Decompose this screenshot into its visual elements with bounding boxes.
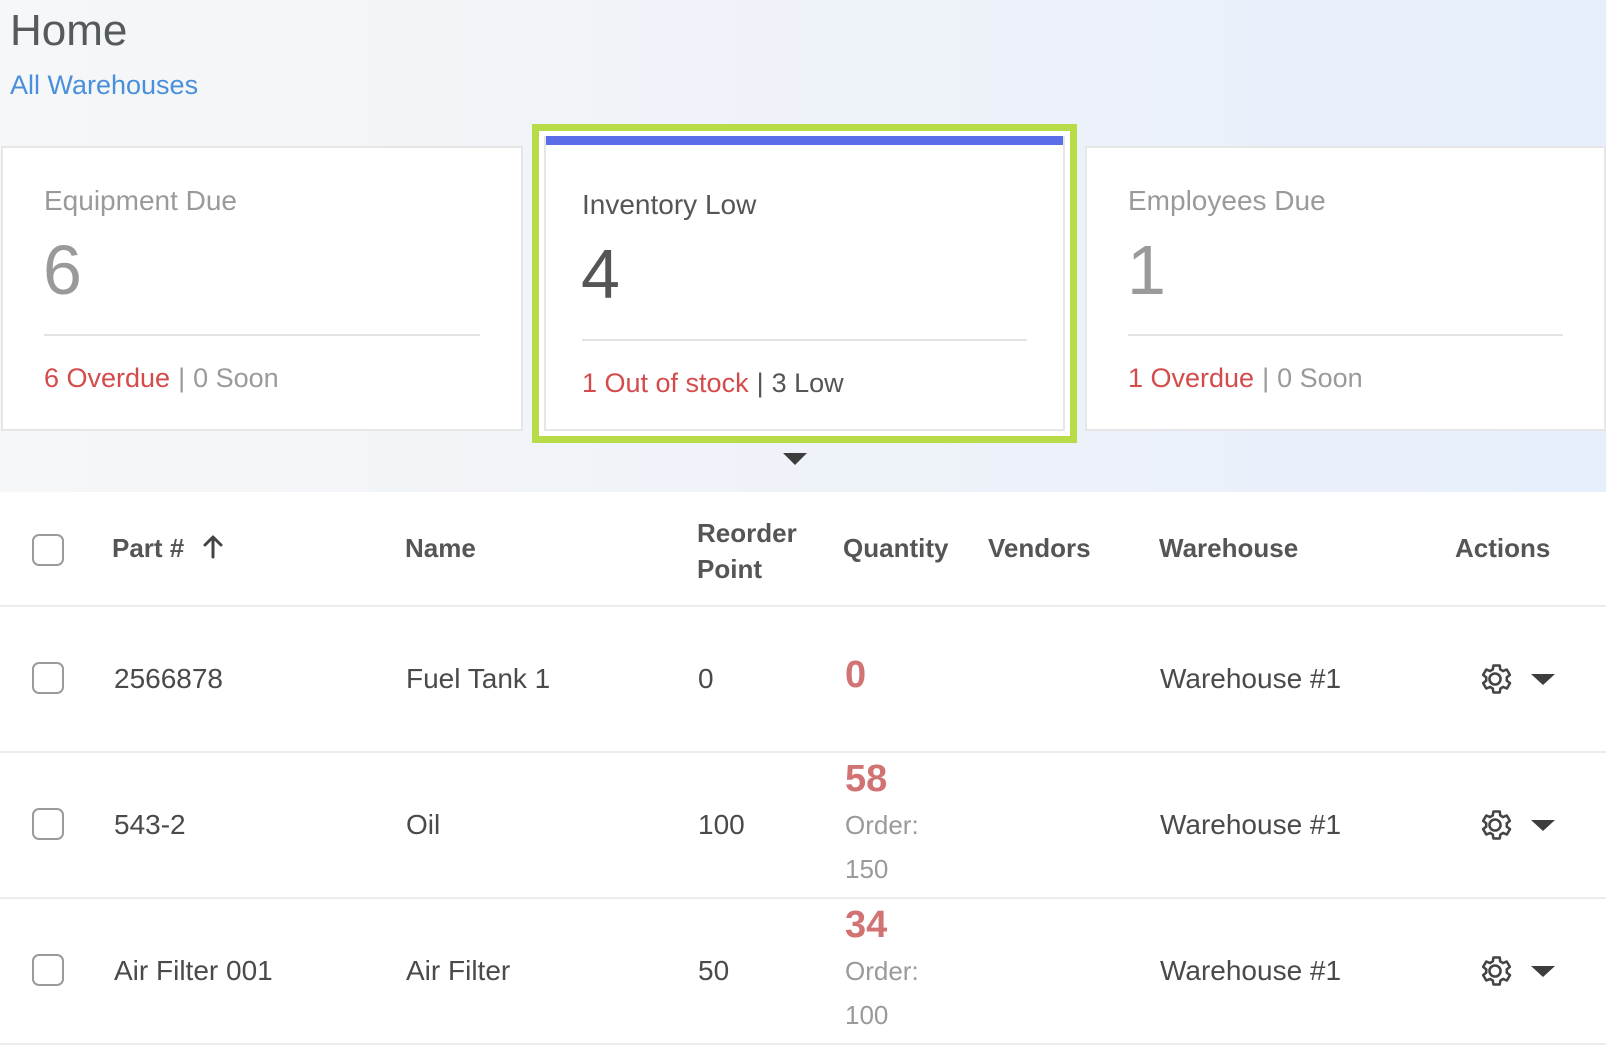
gear-icon[interactable]	[1476, 660, 1514, 698]
column-header-reorder-point[interactable]: Reorder Point	[697, 515, 797, 587]
column-header-name[interactable]: Name	[405, 533, 476, 564]
soon-count: 0 Soon	[193, 363, 279, 393]
cell-part-number: 543-2	[114, 809, 186, 840]
card-divider	[44, 334, 480, 336]
row-checkbox[interactable]	[32, 954, 64, 986]
separator: |	[756, 368, 764, 398]
column-header-part[interactable]: Part #	[112, 533, 224, 566]
card-label: Equipment Due	[44, 185, 238, 216]
table-row[interactable]: 543-2 Oil 100 58 Order: 150 Warehouse #1	[0, 753, 1606, 899]
table-row[interactable]: Air Filter 001 Air Filter 50 34 Order: 1…	[0, 899, 1606, 1045]
column-header-quantity[interactable]: Quantity	[843, 533, 948, 564]
row-checkbox[interactable]	[32, 808, 64, 840]
column-header-actions: Actions	[1455, 533, 1551, 563]
separator: |	[1262, 363, 1270, 393]
gear-icon[interactable]	[1476, 806, 1514, 844]
card-footer: 6 Overdue | 0 Soon	[44, 363, 279, 394]
caret-down-icon	[783, 453, 807, 465]
card-footer: 1 Overdue | 0 Soon	[1128, 363, 1363, 394]
chevron-down-icon[interactable]	[1531, 966, 1555, 977]
card-divider	[1128, 334, 1563, 336]
cell-warehouse: Warehouse #1	[1160, 809, 1342, 840]
card-divider	[582, 339, 1027, 341]
card-label: Employees Due	[1128, 185, 1326, 216]
overdue-count: 1 Overdue	[1128, 363, 1255, 393]
order-value: 150	[845, 854, 889, 884]
table-row[interactable]: 2566878 Fuel Tank 1 0 0 Warehouse #1	[0, 607, 1606, 753]
card-inner: Inventory Low 4 1 Out of stock | 3 Low	[544, 136, 1065, 431]
card-count: 6	[43, 231, 82, 309]
cell-quantity: 34	[845, 904, 888, 946]
sort-ascending-icon[interactable]	[202, 535, 224, 566]
card-employees-due[interactable]: Employees Due 1 1 Overdue | 0 Soon	[1085, 146, 1606, 431]
gear-icon[interactable]	[1476, 952, 1514, 990]
cell-reorder-point: 50	[698, 955, 730, 986]
separator: |	[178, 363, 186, 393]
chevron-down-icon[interactable]	[1531, 820, 1555, 831]
cell-reorder-point: 0	[698, 663, 714, 694]
card-label: Inventory Low	[582, 189, 757, 220]
column-header-label: Reorder	[697, 518, 797, 548]
chevron-down-icon[interactable]	[1531, 674, 1555, 685]
cell-quantity: 58	[845, 758, 888, 800]
card-count: 4	[581, 235, 620, 313]
low-count: 3 Low	[771, 368, 844, 398]
order-label: Order:	[845, 810, 919, 840]
column-header-label: Part #	[112, 533, 185, 563]
order-label: Order:	[845, 956, 919, 986]
table-header: Part # Name Reorder Point Quantity Vendo…	[0, 493, 1606, 607]
card-inventory-low[interactable]: Inventory Low 4 1 Out of stock | 3 Low	[532, 124, 1077, 443]
card-count: 1	[1127, 231, 1166, 309]
active-indicator-bar	[546, 136, 1063, 145]
order-value: 100	[845, 1000, 889, 1030]
card-equipment-due[interactable]: Equipment Due 6 6 Overdue | 0 Soon	[1, 146, 523, 431]
select-all-checkbox[interactable]	[32, 534, 64, 566]
cell-name: Fuel Tank 1	[406, 663, 551, 694]
column-header-label: Point	[697, 554, 762, 584]
cell-name: Air Filter	[406, 955, 511, 986]
inventory-table: Part # Name Reorder Point Quantity Vendo…	[0, 493, 1606, 1045]
row-checkbox[interactable]	[32, 662, 64, 694]
breadcrumb-all-warehouses[interactable]: All Warehouses	[10, 70, 198, 101]
out-of-stock-count: 1 Out of stock	[582, 368, 749, 398]
cell-warehouse: Warehouse #1	[1160, 955, 1342, 986]
cell-part-number: 2566878	[114, 663, 224, 694]
column-header-vendors[interactable]: Vendors	[988, 533, 1091, 564]
cell-warehouse: Warehouse #1	[1160, 663, 1342, 694]
cell-part-number: Air Filter 001	[114, 955, 273, 986]
page-title: Home	[10, 6, 128, 55]
cell-quantity: 0	[845, 654, 867, 696]
soon-count: 0 Soon	[1277, 363, 1363, 393]
card-footer: 1 Out of stock | 3 Low	[582, 368, 844, 399]
overdue-count: 6 Overdue	[44, 363, 171, 393]
cell-reorder-point: 100	[698, 809, 745, 840]
column-header-warehouse[interactable]: Warehouse	[1159, 533, 1298, 564]
cell-name: Oil	[406, 809, 441, 840]
